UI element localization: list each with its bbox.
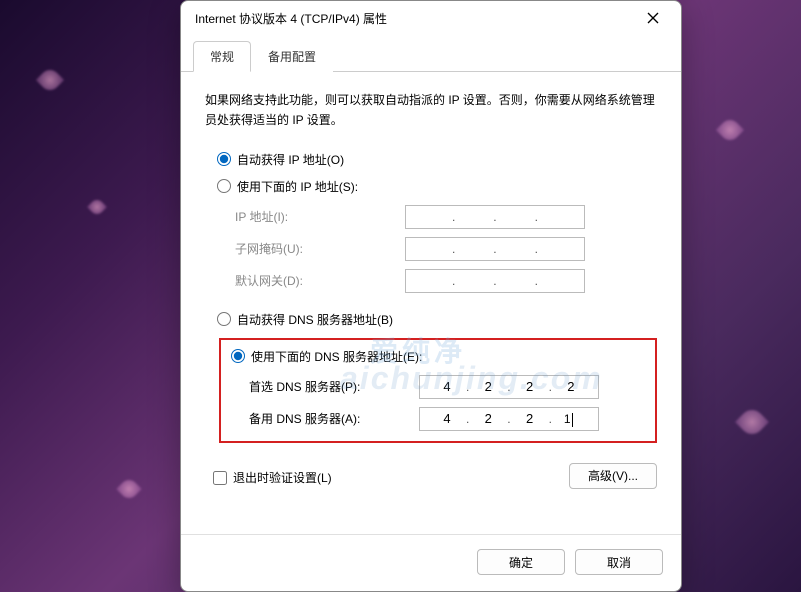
tab-alternate[interactable]: 备用配置 [251, 41, 333, 72]
radio-ip-manual-label: 使用下面的 IP 地址(S): [237, 178, 358, 195]
radio-ip-auto-input[interactable] [217, 152, 231, 166]
tab-content: 如果网络支持此功能，则可以获取自动指派的 IP 设置。否则，你需要从网络系统管理… [181, 72, 681, 534]
ip-address-input: ... [405, 205, 585, 229]
subnet-mask-input: ... [405, 237, 585, 261]
preferred-dns-label: 首选 DNS 服务器(P): [249, 378, 419, 395]
radio-dns-auto[interactable]: 自动获得 DNS 服务器地址(B) [217, 311, 657, 328]
dns-fields: 首选 DNS 服务器(P): 4. 2. 2. 2 备用 DNS 服务器(A):… [249, 375, 645, 431]
validate-on-exit-input[interactable] [213, 471, 227, 485]
alternate-dns-label: 备用 DNS 服务器(A): [249, 410, 419, 427]
ip-fields: IP 地址(I): ... 子网掩码(U): ... 默认网关(D): ... [235, 205, 657, 293]
default-gateway-label: 默认网关(D): [235, 272, 405, 289]
dns-group: 自动获得 DNS 服务器地址(B) 使用下面的 DNS 服务器地址(E): 首选… [217, 311, 657, 459]
radio-dns-auto-label: 自动获得 DNS 服务器地址(B) [237, 311, 393, 328]
radio-ip-auto[interactable]: 自动获得 IP 地址(O) [217, 151, 657, 168]
close-icon [647, 12, 659, 24]
radio-ip-manual-input[interactable] [217, 179, 231, 193]
alternate-dns-input[interactable]: 4. 2. 2. 1 [419, 407, 599, 431]
ipv4-properties-dialog: Internet 协议版本 4 (TCP/IPv4) 属性 常规 备用配置 如果… [180, 0, 682, 592]
description-text: 如果网络支持此功能，则可以获取自动指派的 IP 设置。否则，你需要从网络系统管理… [205, 90, 657, 131]
dns-manual-highlight: 使用下面的 DNS 服务器地址(E): 首选 DNS 服务器(P): 4. 2.… [219, 338, 657, 443]
validate-on-exit-checkbox[interactable]: 退出时验证设置(L) [213, 469, 332, 486]
subnet-mask-label: 子网掩码(U): [235, 240, 405, 257]
default-gateway-input: ... [405, 269, 585, 293]
close-button[interactable] [639, 6, 667, 30]
titlebar: Internet 协议版本 4 (TCP/IPv4) 属性 [181, 1, 681, 35]
tab-general[interactable]: 常规 [193, 41, 251, 72]
text-caret [572, 413, 573, 427]
ip-address-group: 自动获得 IP 地址(O) 使用下面的 IP 地址(S): IP 地址(I): … [217, 151, 657, 311]
radio-dns-manual[interactable]: 使用下面的 DNS 服务器地址(E): [231, 348, 645, 365]
ok-button[interactable]: 确定 [477, 549, 565, 575]
radio-ip-auto-label: 自动获得 IP 地址(O) [237, 151, 344, 168]
dialog-footer: 确定 取消 [181, 534, 681, 591]
advanced-button[interactable]: 高级(V)... [569, 463, 657, 489]
radio-dns-manual-label: 使用下面的 DNS 服务器地址(E): [251, 348, 422, 365]
preferred-dns-input[interactable]: 4. 2. 2. 2 [419, 375, 599, 399]
tab-strip: 常规 备用配置 [181, 41, 681, 72]
radio-dns-auto-input[interactable] [217, 312, 231, 326]
radio-ip-manual[interactable]: 使用下面的 IP 地址(S): [217, 178, 657, 195]
cancel-button[interactable]: 取消 [575, 549, 663, 575]
validate-on-exit-label: 退出时验证设置(L) [233, 469, 332, 486]
dialog-title: Internet 协议版本 4 (TCP/IPv4) 属性 [195, 10, 387, 27]
ip-address-label: IP 地址(I): [235, 208, 405, 225]
radio-dns-manual-input[interactable] [231, 349, 245, 363]
